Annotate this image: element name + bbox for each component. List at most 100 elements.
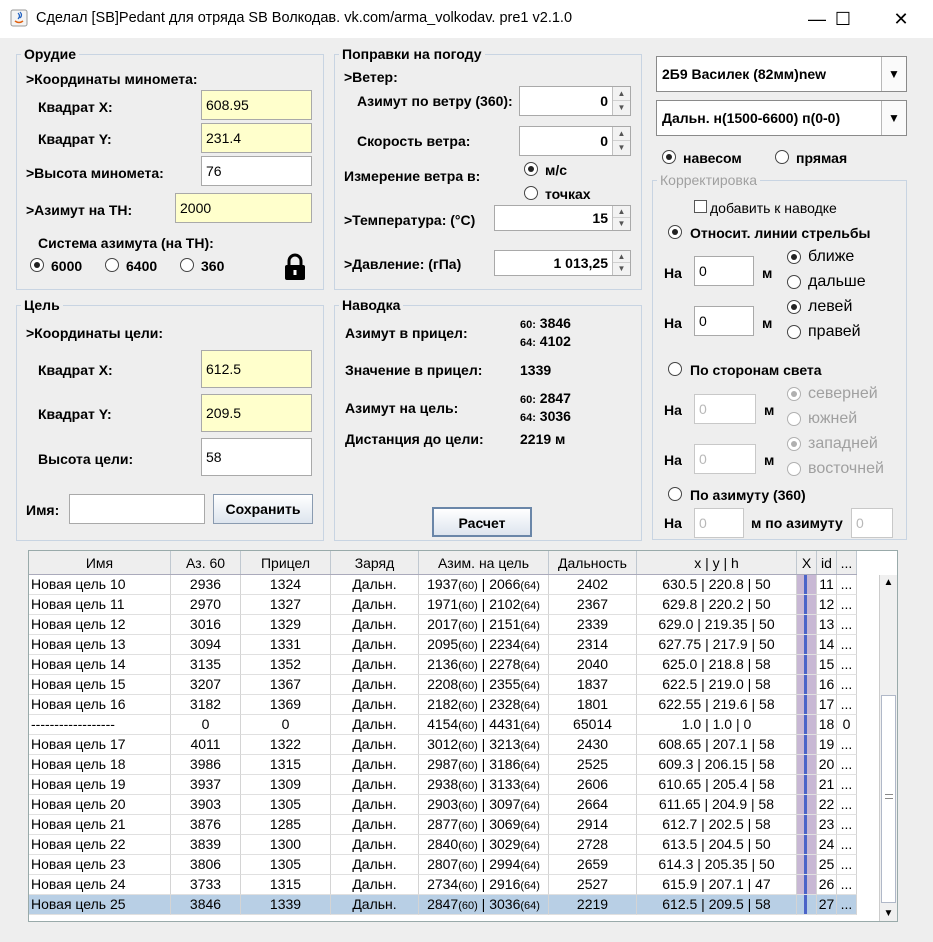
table-row[interactable]: Новая цель 19 3937 1309 Дальн. 2938(60) | 31… (29, 775, 857, 795)
delete-marker-icon[interactable] (797, 755, 817, 775)
table-row[interactable]: Новая цель 10 2936 1324 Дальн. 1937(60) | 20… (29, 575, 857, 595)
table-row[interactable]: Новая цель 12 3016 1329 Дальн. 2017(60) | 21… (29, 615, 857, 635)
table-row[interactable]: Новая цель 25 3846 1339 Дальн. 2847(60) | 30… (29, 895, 857, 915)
delete-marker-icon[interactable] (797, 635, 817, 655)
table-row[interactable]: Новая цель 22 3839 1300 Дальн. 2840(60) | 30… (29, 835, 857, 855)
table-row[interactable]: Новая цель 23 3806 1305 Дальн. 2807(60) | 29… (29, 855, 857, 875)
pressure-arrows[interactable]: ▲ ▼ (612, 251, 630, 275)
range-select[interactable]: Дальн. н(1500-6600) п(0-0) ▼ (656, 100, 907, 136)
trajectory-direct-radio[interactable] (775, 150, 789, 164)
scroll-down-icon[interactable]: ▼ (880, 908, 897, 919)
table-row[interactable]: Новая цель 21 3876 1285 Дальн. 2877(60) | 30… (29, 815, 857, 835)
mortar-coords-label: >Координаты миномета: (26, 71, 198, 87)
save-button[interactable]: Сохранить (213, 494, 313, 524)
closer-radio[interactable] (787, 250, 801, 264)
right-radio[interactable] (787, 325, 801, 339)
south-radio[interactable] (787, 412, 801, 426)
column-header[interactable]: x | y | h (637, 551, 797, 574)
close-button[interactable]: ✕ (878, 0, 924, 38)
delete-marker-icon[interactable] (797, 855, 817, 875)
wind-points-radio[interactable] (524, 186, 538, 200)
delete-marker-icon[interactable] (797, 735, 817, 755)
trajectory-high-radio[interactable] (662, 150, 676, 164)
column-header[interactable]: id (817, 551, 837, 574)
chevron-down-icon[interactable]: ▼ (881, 101, 906, 135)
east-radio[interactable] (787, 462, 801, 476)
target-sq-x-input[interactable]: 612.5 (201, 350, 312, 388)
delete-marker-icon[interactable] (797, 615, 817, 635)
west-radio[interactable] (787, 437, 801, 451)
column-header[interactable]: Аз. 60 (171, 551, 241, 574)
column-header[interactable]: ... (837, 551, 857, 574)
temperature-spinner[interactable]: 15 ▲ ▼ (494, 205, 631, 231)
azimuth-6000-radio[interactable] (30, 258, 44, 272)
wind-speed-arrows[interactable]: ▲ ▼ (612, 127, 630, 155)
relative-line-label: Относит. линии стрельбы (690, 225, 871, 241)
delete-marker-icon[interactable] (797, 715, 817, 735)
table-row[interactable]: Новая цель 24 3733 1315 Дальн. 2734(60) | 29… (29, 875, 857, 895)
table-row[interactable]: Новая цель 17 4011 1322 Дальн. 3012(60) | 32… (29, 735, 857, 755)
column-header[interactable]: Прицел (241, 551, 331, 574)
column-header[interactable]: X (797, 551, 817, 574)
scroll-thumb[interactable] (881, 695, 896, 903)
delete-marker-icon[interactable] (797, 795, 817, 815)
correction-distance-input[interactable]: 0 (694, 256, 754, 286)
target-name-input[interactable] (69, 494, 205, 524)
table-row[interactable]: Новая цель 14 3135 1352 Дальн. 2136(60) | 22… (29, 655, 857, 675)
cardinal-ns-input[interactable]: 0 (694, 394, 756, 424)
mortar-height-input[interactable]: 76 (201, 156, 312, 186)
azimuth-degree-input[interactable]: 0 (851, 508, 893, 538)
by-azimuth-radio[interactable] (668, 487, 682, 501)
delete-marker-icon[interactable] (797, 695, 817, 715)
wind-azimuth-spinner[interactable]: 0 ▲ ▼ (519, 86, 631, 116)
table-row[interactable]: Новая цель 18 3986 1315 Дальн. 2987(60) | 31… (29, 755, 857, 775)
north-radio[interactable] (787, 387, 801, 401)
table-row[interactable]: ------------------ 0 0 Дальн. 4154(60) | 443… (29, 715, 857, 735)
azimuth-distance-input[interactable]: 0 (694, 508, 744, 538)
table-row[interactable]: Новая цель 13 3094 1331 Дальн. 2095(60) | 22… (29, 635, 857, 655)
delete-marker-icon[interactable] (797, 775, 817, 795)
delete-marker-icon[interactable] (797, 815, 817, 835)
weapon-type-select[interactable]: 2Б9 Василек (82мм)new ▼ (656, 56, 907, 92)
table-row[interactable]: Новая цель 16 3182 1369 Дальн. 2182(60) | 23… (29, 695, 857, 715)
weapon-sq-y-input[interactable]: 231.4 (201, 123, 312, 153)
table-scrollbar[interactable]: ▲ ▼ (879, 575, 897, 921)
delete-marker-icon[interactable] (797, 895, 817, 915)
scroll-up-icon[interactable]: ▲ (880, 577, 897, 588)
chevron-down-icon[interactable]: ▼ (881, 57, 906, 91)
column-header[interactable]: Дальность (549, 551, 637, 574)
cardinal-radio[interactable] (668, 362, 682, 376)
delete-marker-icon[interactable] (797, 595, 817, 615)
delete-marker-icon[interactable] (797, 675, 817, 695)
target-height-input[interactable]: 58 (201, 438, 312, 476)
table-row[interactable]: Новая цель 20 3903 1305 Дальн. 2903(60) | 30… (29, 795, 857, 815)
column-header[interactable]: Заряд (331, 551, 419, 574)
wind-speed-spinner[interactable]: 0 ▲ ▼ (519, 126, 631, 156)
weapon-sq-x-input[interactable]: 608.95 (201, 90, 312, 120)
delete-marker-icon[interactable] (797, 575, 817, 595)
wind-ms-radio[interactable] (524, 162, 538, 176)
column-header[interactable]: Азим. на цель (419, 551, 549, 574)
cardinal-we-input[interactable]: 0 (694, 444, 756, 474)
azimuth-tn-input[interactable]: 2000 (175, 193, 312, 223)
left-radio[interactable] (787, 300, 801, 314)
table-row[interactable]: Новая цель 15 3207 1367 Дальн. 2208(60) | 23… (29, 675, 857, 695)
column-header[interactable]: Имя (29, 551, 171, 574)
maximize-button[interactable]: ☐ (820, 0, 866, 38)
temperature-arrows[interactable]: ▲ ▼ (612, 206, 630, 230)
delete-marker-icon[interactable] (797, 875, 817, 895)
azimuth-6400-radio[interactable] (105, 258, 119, 272)
relative-line-radio[interactable] (668, 225, 682, 239)
correction-side-input[interactable]: 0 (694, 306, 754, 336)
calculate-button[interactable]: Расчет (432, 507, 532, 537)
lock-icon[interactable] (284, 253, 306, 281)
table-row[interactable]: Новая цель 11 2970 1327 Дальн. 1971(60) | 21… (29, 595, 857, 615)
add-to-aim-checkbox[interactable] (694, 200, 707, 213)
pressure-spinner[interactable]: 1 013,25 ▲ ▼ (494, 250, 631, 276)
target-sq-y-input[interactable]: 209.5 (201, 394, 312, 432)
wind-azimuth-arrows[interactable]: ▲ ▼ (612, 87, 630, 115)
delete-marker-icon[interactable] (797, 835, 817, 855)
azimuth-360-radio[interactable] (180, 258, 194, 272)
delete-marker-icon[interactable] (797, 655, 817, 675)
farther-radio[interactable] (787, 275, 801, 289)
